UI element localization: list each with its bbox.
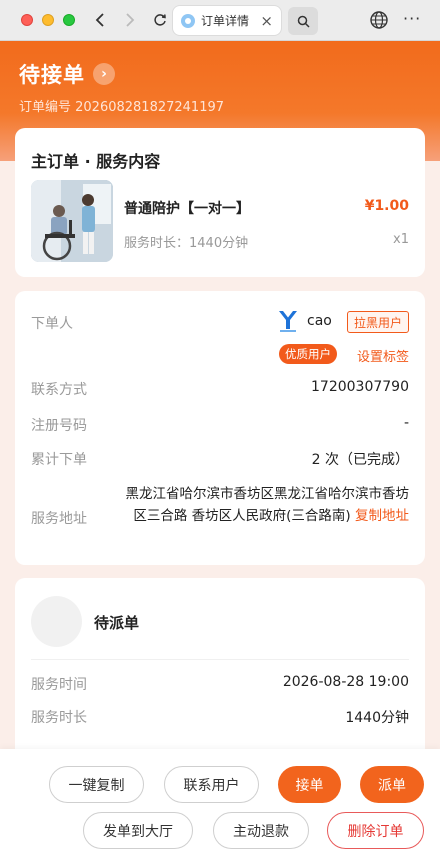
user-logo [277, 309, 299, 333]
orderer-label: 下单人 [31, 316, 73, 332]
set-tag-link[interactable]: 设置标签 [357, 346, 409, 365]
back-button[interactable] [89, 9, 111, 31]
globe-button[interactable] [369, 10, 389, 30]
product-name: 普通陪护【一对一】 [124, 201, 250, 217]
browser-toolbar: 订单详情 × ··· [0, 0, 440, 41]
chevron-right-icon [126, 13, 135, 27]
card-title: 主订单 · 服务内容 [31, 152, 161, 171]
copy-all-button[interactable]: 一键复制 [49, 766, 144, 803]
service-content-card: 主订单 · 服务内容 普通陪护【一对一】 ¥1.00 服务时长：1440分钟 x… [15, 128, 425, 277]
user-tag-badge: 优质用户 [279, 344, 337, 364]
service-address: 黑龙江省哈尔滨市香坊区黑龙江省哈尔滨市香坊区三合路 香坊区人民政府(三合路南) … [113, 483, 410, 527]
search-button[interactable] [288, 7, 318, 35]
contact-label: 联系方式 [31, 382, 87, 398]
service-time-value: 2026-08-28 19:00 [282, 674, 409, 690]
order-number: 订单编号 202608281827241197 [19, 100, 225, 115]
tab-title: 订单详情 [201, 14, 250, 28]
browser-tab[interactable]: 订单详情 × [173, 6, 281, 35]
minimize-window-button[interactable] [42, 14, 54, 26]
maximize-window-button[interactable] [63, 14, 75, 26]
caregiver-avatar [31, 596, 82, 647]
globe-icon [370, 11, 388, 29]
chevron-right-icon[interactable]: › [93, 63, 115, 85]
service-duration: 服务时长：1440分钟 [124, 236, 249, 251]
address-label: 服务地址 [31, 511, 87, 527]
dispatch-order-button[interactable]: 派单 [360, 766, 424, 803]
forward-button[interactable] [119, 9, 141, 31]
reload-icon [154, 14, 166, 26]
site-favicon-icon [181, 13, 195, 28]
reload-button[interactable] [149, 9, 171, 31]
order-count-label: 累计下单 [31, 452, 87, 468]
dispatch-status: 待派单 [94, 614, 140, 632]
blacklist-user-button[interactable]: 拉黑用户 [346, 311, 409, 333]
order-count-value: 2 次（已完成） [311, 452, 409, 468]
customer-info-card: 下单人 cao 拉黑用户 优质用户 设置标签 联系方式 17200307790 … [15, 291, 425, 565]
search-icon [297, 15, 310, 28]
accept-order-button[interactable]: 接单 [278, 766, 341, 803]
contact-value[interactable]: 17200307790 [311, 379, 409, 395]
dispatch-card: 待派单 服务时间 2026-08-28 19:00 服务时长 1440分钟 [15, 578, 425, 758]
action-bar: 一键复制 联系用户 接单 派单 发单到大厅 主动退款 删除订单 [0, 749, 440, 867]
chevron-left-icon [95, 13, 104, 27]
service-image [31, 180, 113, 262]
registered-phone-label: 注册号码 [31, 418, 87, 434]
copy-address-link[interactable]: 复制地址 [355, 508, 409, 524]
registered-phone-value: - [403, 415, 409, 431]
product-price: ¥1.00 [364, 198, 409, 214]
service-time-label: 服务时间 [31, 677, 87, 693]
status-row[interactable]: 待接单 › [19, 59, 115, 89]
post-to-hall-button[interactable]: 发单到大厅 [83, 812, 193, 849]
contact-user-button[interactable]: 联系用户 [164, 766, 259, 803]
delete-order-button[interactable]: 删除订单 [327, 812, 424, 849]
order-status-title: 待接单 [19, 63, 85, 87]
user-name[interactable]: cao [307, 313, 332, 329]
window-controls [21, 14, 75, 26]
more-menu-icon[interactable]: ··· [403, 9, 421, 28]
service-duration-label: 服务时长 [31, 710, 87, 726]
divider [31, 659, 409, 660]
service-duration-value: 1440分钟 [345, 710, 409, 726]
refund-button[interactable]: 主动退款 [213, 812, 309, 849]
product-quantity: x1 [393, 232, 409, 247]
tab-close-icon[interactable]: × [260, 12, 273, 30]
close-window-button[interactable] [21, 14, 33, 26]
